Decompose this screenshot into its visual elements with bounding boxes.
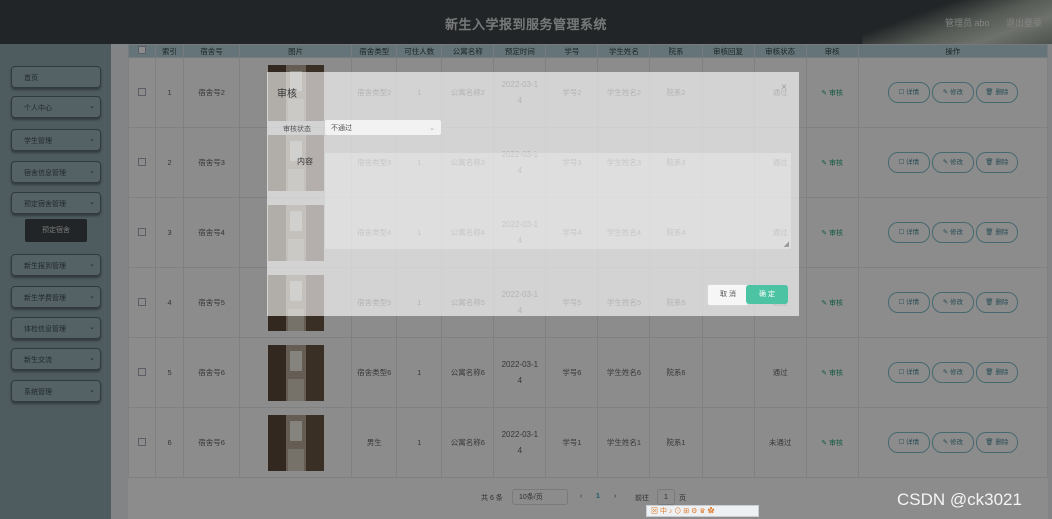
resize-handle-icon[interactable]: ◢ xyxy=(784,240,789,248)
status-label: 审核状态 xyxy=(283,126,311,133)
status-select-value: 不通过 xyxy=(331,125,352,132)
ime-toolbar[interactable]: ⊠ 中 ♪ ⊙ ⊞ ⚙ ♛ ✿ xyxy=(646,505,759,517)
confirm-button[interactable]: 确 定 xyxy=(746,285,788,304)
content-label: 内容 xyxy=(297,157,313,166)
close-icon[interactable]: × xyxy=(781,82,787,93)
audit-dialog: 审核 × 审核状态 不通过 ⌄ 内容 ◢ 取 消 确 定 xyxy=(267,72,799,316)
watermark: CSDN @ck3021 xyxy=(897,490,1022,509)
dialog-title: 审核 xyxy=(277,89,297,100)
chevron-down-icon: ⌄ xyxy=(429,125,435,132)
cancel-button[interactable]: 取 消 xyxy=(707,284,749,306)
status-select[interactable]: 不通过 ⌄ xyxy=(324,119,442,136)
content-textarea[interactable]: ◢ xyxy=(324,152,792,250)
